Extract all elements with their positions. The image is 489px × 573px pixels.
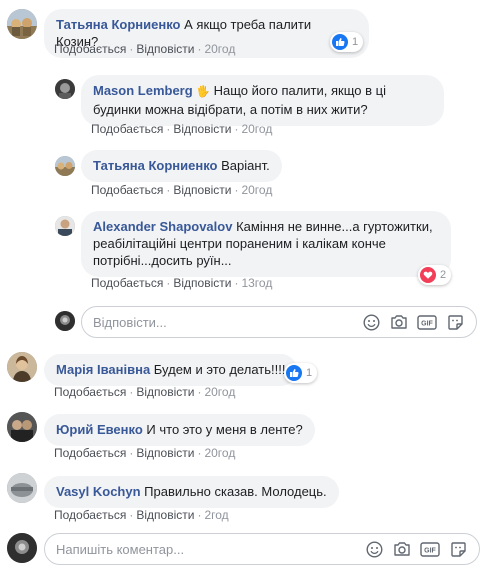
like-link[interactable]: Подобається: [54, 42, 126, 56]
like-link[interactable]: Подобається: [91, 183, 163, 197]
avatar[interactable]: [55, 156, 75, 176]
comment-author-name[interactable]: Юрий Евенко: [56, 422, 143, 437]
camera-icon[interactable]: [391, 538, 413, 560]
reply-link[interactable]: Відповісти: [136, 385, 194, 399]
comment-actions: Подобається · Відповісти · 20год: [54, 446, 235, 460]
comment-text: Правильно сказав. Молодець.: [144, 484, 327, 499]
comment-actions: Подобається · Відповісти · 2год: [54, 508, 229, 522]
separator-dot: ·: [197, 42, 202, 56]
emoji-icon[interactable]: [363, 538, 385, 560]
comment-bubble: Vasyl Kochyn Правильно сказав. Молодець.: [44, 476, 339, 508]
comment-timestamp[interactable]: 20год: [204, 385, 235, 399]
comment-author-name[interactable]: Vasyl Kochyn: [56, 484, 141, 499]
thumbs-up-icon: [286, 365, 302, 381]
like-reaction-badge[interactable]: 1: [284, 363, 318, 383]
comment-actions: Подобається · Відповісти · 20год: [54, 42, 235, 56]
gif-icon[interactable]: GIF: [419, 538, 441, 560]
comment-bubble: Марія Іванівна Будем и это делать!!!!: [44, 354, 298, 386]
comment-bubble: Юрий Евенко И что это у меня в ленте?: [44, 414, 315, 446]
comment-author-name[interactable]: Татьяна Корниенко: [93, 158, 218, 173]
comment-input-box[interactable]: GIF: [44, 533, 480, 565]
separator-dot: ·: [129, 446, 134, 460]
like-link[interactable]: Подобається: [91, 122, 163, 136]
separator-dot: ·: [166, 122, 171, 136]
avatar[interactable]: [7, 9, 37, 39]
comment-timestamp[interactable]: 2год: [204, 508, 228, 522]
comment-timestamp[interactable]: 20год: [204, 42, 235, 56]
reply-link[interactable]: Відповісти: [136, 508, 194, 522]
comment-actions: Подобається · Відповісти · 20год: [54, 385, 235, 399]
comment-actions: Подобається · Відповісти · 20год: [91, 183, 272, 197]
heart-icon: [420, 267, 436, 283]
comment-text: Будем и это делать!!!!: [153, 362, 286, 377]
like-reaction-badge[interactable]: 1: [330, 32, 364, 52]
reply-link[interactable]: Відповісти: [136, 446, 194, 460]
separator-dot: ·: [234, 122, 239, 136]
comment-bubble: Татьяна Корниенко Варіант.: [81, 150, 282, 182]
comment-author-name[interactable]: Alexander Shapovalov: [93, 219, 232, 234]
thumbs-up-icon: [332, 34, 348, 50]
reaction-count: 2: [440, 269, 447, 281]
separator-dot: ·: [166, 183, 171, 197]
avatar[interactable]: [55, 79, 75, 99]
separator-dot: ·: [166, 276, 171, 290]
reaction-count: 1: [306, 367, 313, 379]
comment-bubble: Alexander Shapovalov Каміння не винне...…: [81, 211, 451, 277]
comment-text: И что это у меня в ленте?: [146, 422, 303, 437]
comment-bubble: Mason Lemberg 🖐 Нащо його палити, якщо в…: [81, 75, 444, 126]
like-link[interactable]: Подобається: [91, 276, 163, 290]
separator-dot: ·: [197, 385, 202, 399]
separator-dot: ·: [197, 446, 202, 460]
separator-dot: ·: [129, 508, 134, 522]
sticker-icon[interactable]: [447, 538, 469, 560]
current-user-avatar: [7, 533, 37, 563]
sticker-icon[interactable]: [444, 311, 466, 333]
comment-input[interactable]: [56, 541, 363, 557]
reply-input-box[interactable]: GIF: [81, 306, 477, 338]
comment-author-name[interactable]: Татьяна Корниенко: [56, 17, 181, 32]
avatar[interactable]: [7, 473, 37, 503]
like-link[interactable]: Подобається: [54, 508, 126, 522]
input-toolbar: GIF: [363, 538, 479, 560]
reply-link[interactable]: Відповісти: [173, 122, 231, 136]
comment-author-name[interactable]: Марія Іванівна: [56, 362, 150, 377]
separator-dot: ·: [234, 183, 239, 197]
avatar[interactable]: [7, 412, 37, 442]
reply-input[interactable]: [93, 314, 360, 330]
separator-dot: ·: [129, 42, 134, 56]
svg-text:GIF: GIF: [421, 320, 433, 327]
comment-timestamp[interactable]: 13год: [241, 276, 272, 290]
reaction-count: 1: [352, 36, 359, 48]
emoji-icon[interactable]: [360, 311, 382, 333]
current-user-avatar: [55, 311, 75, 331]
gif-icon[interactable]: GIF: [416, 311, 438, 333]
separator-dot: ·: [234, 276, 239, 290]
input-toolbar: GIF: [360, 311, 476, 333]
like-link[interactable]: Подобається: [54, 446, 126, 460]
reply-link[interactable]: Відповісти: [173, 183, 231, 197]
separator-dot: ·: [197, 508, 202, 522]
comment-timestamp[interactable]: 20год: [241, 122, 272, 136]
comment-actions: Подобається · Відповісти · 20год: [91, 122, 272, 136]
comment-author-name[interactable]: Mason Lemberg: [93, 83, 193, 98]
love-reaction-badge[interactable]: 2: [418, 265, 452, 285]
comment-timestamp[interactable]: 20год: [241, 183, 272, 197]
svg-text:GIF: GIF: [424, 547, 436, 554]
avatar[interactable]: [7, 352, 37, 382]
comment-actions: Подобається · Відповісти · 13год: [91, 276, 272, 290]
comment-timestamp[interactable]: 20год: [204, 446, 235, 460]
reply-link[interactable]: Відповісти: [136, 42, 194, 56]
camera-icon[interactable]: [388, 311, 410, 333]
separator-dot: ·: [129, 385, 134, 399]
reply-link[interactable]: Відповісти: [173, 276, 231, 290]
like-link[interactable]: Подобається: [54, 385, 126, 399]
comment-text: Варіант.: [221, 158, 270, 173]
author-badge-icon: 🖐: [196, 86, 211, 98]
avatar[interactable]: [55, 216, 75, 236]
